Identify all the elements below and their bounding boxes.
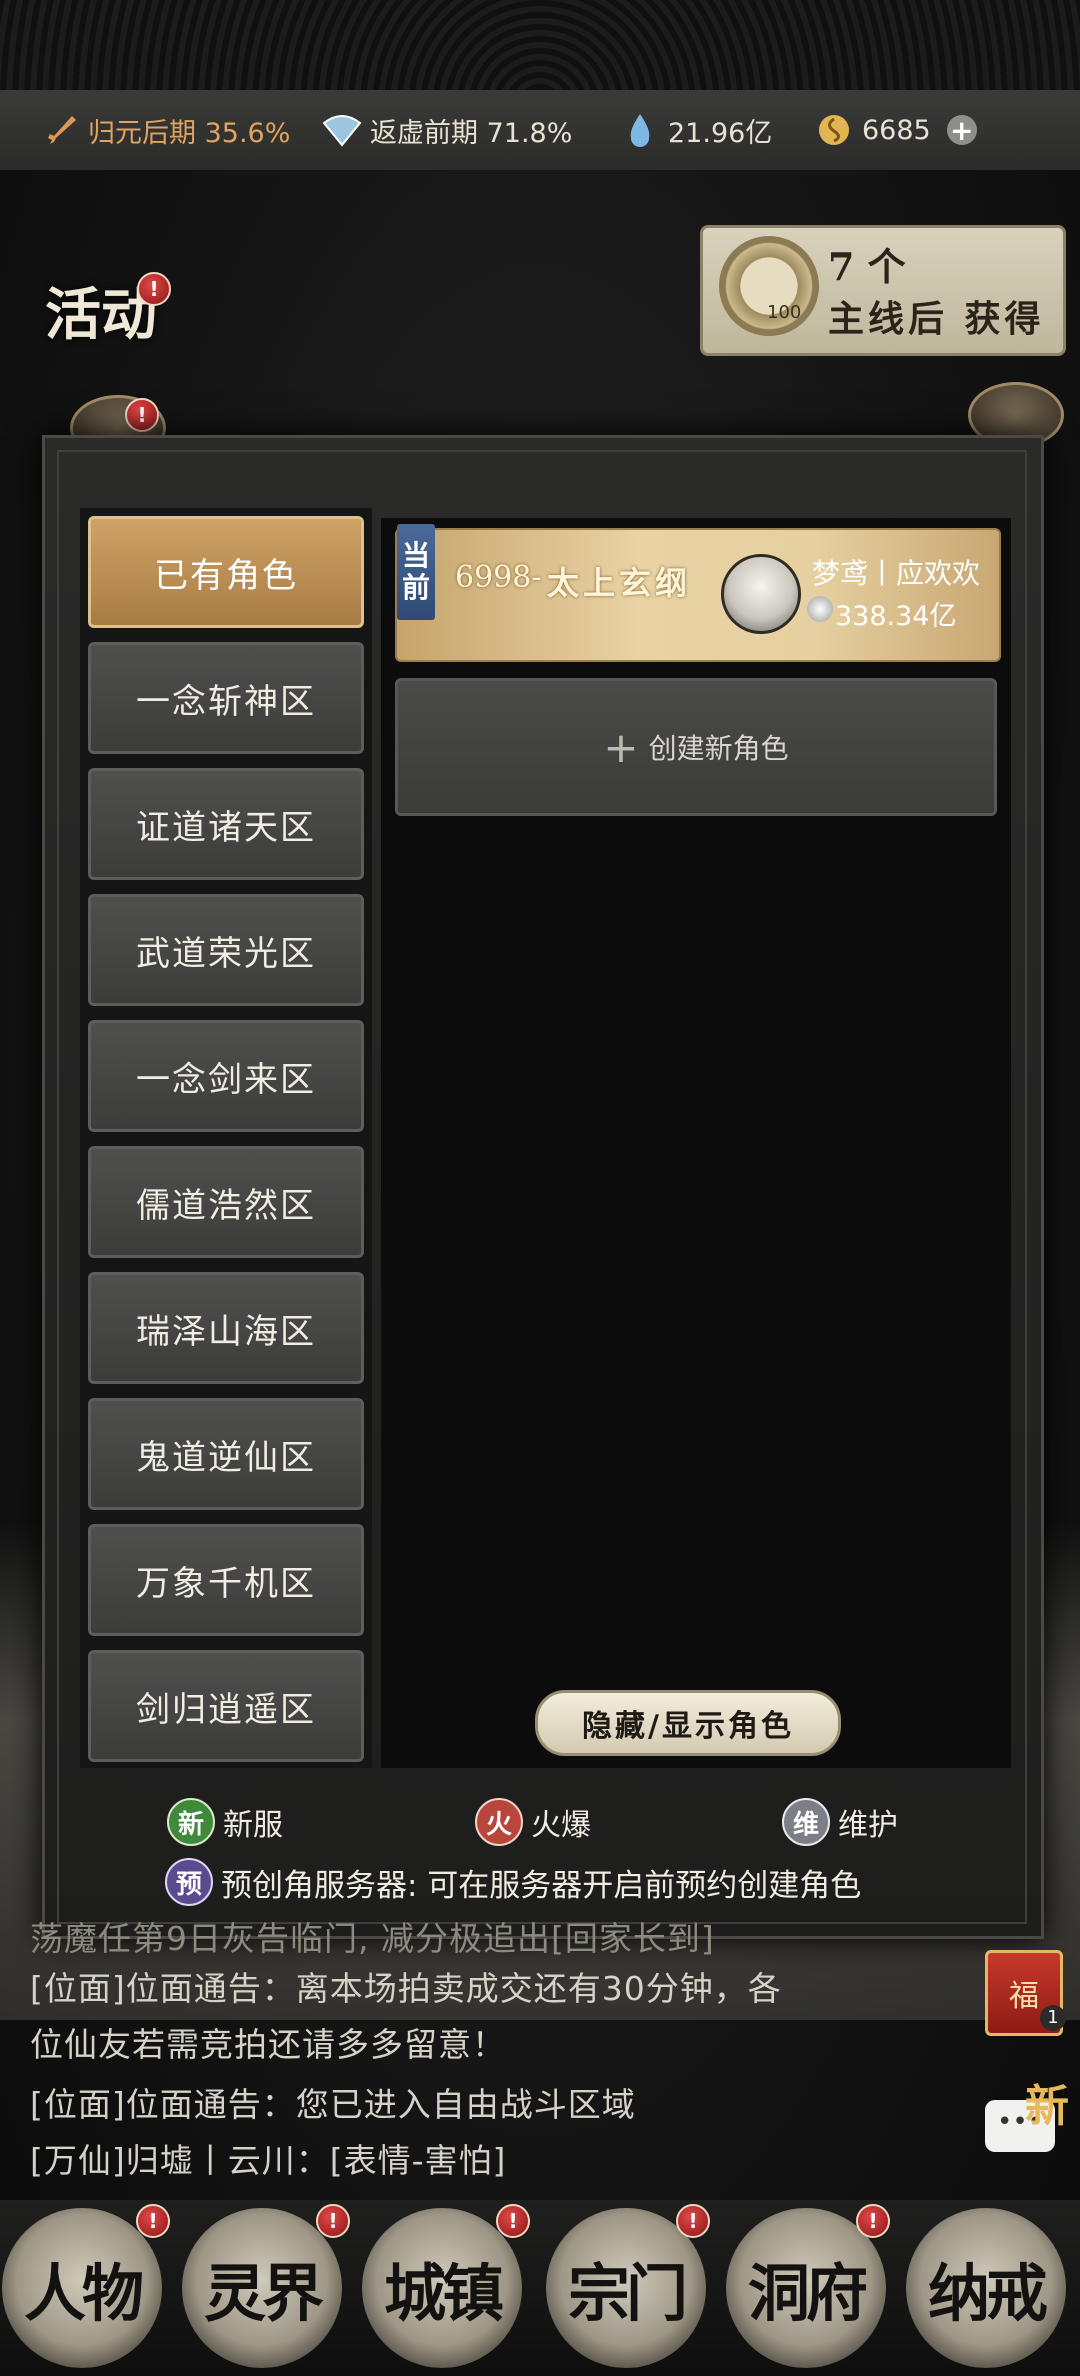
chat-line: 荡魔任第9日灰告临门, 减分极追出[回家长到] <box>30 1919 715 1958</box>
notification-dot: ! <box>125 398 159 432</box>
tab-existing-characters[interactable]: 已有角色 <box>88 516 364 628</box>
legend-hot: 火 火爆 <box>475 1798 591 1846</box>
tab-server-region[interactable]: 瑞泽山海区 <box>88 1272 364 1384</box>
maintenance-badge-icon: 维 <box>782 1798 830 1846</box>
server-tab-list: 已有角色 一念斩神区 证道诸天区 武道荣光区 一念剑来区 儒道浩然区 瑞泽山海区… <box>80 508 372 1768</box>
current-tag-char: 当 <box>401 539 430 572</box>
spirit-drop-icon <box>620 110 660 150</box>
notification-dot: ! <box>856 2204 890 2238</box>
nav-storage-ring[interactable]: 纳戒 <box>906 2208 1066 2368</box>
pre-create-text: 预创角服务器: 可在服务器开启前预约创建角色 <box>221 1867 862 1904</box>
legend-label: 新服 <box>223 1808 283 1843</box>
spirit-value: 21.96亿 <box>668 117 773 149</box>
top-decoration <box>0 0 1080 90</box>
tab-server-region[interactable]: 儒道浩然区 <box>88 1146 364 1258</box>
current-tag: 当 前 <box>397 524 435 620</box>
create-character-button[interactable]: + 创建新角色 <box>395 678 997 816</box>
new-label: 新 <box>1025 2081 1069 2132</box>
reward-badge: 100 <box>767 302 802 323</box>
tab-server-region[interactable]: 一念剑来区 <box>88 1020 364 1132</box>
fortune-count: 1 <box>1040 2005 1066 2031</box>
notification-dot: ! <box>137 272 171 306</box>
tab-server-region[interactable]: 武道荣光区 <box>88 894 364 1006</box>
new-badge-icon: 新 <box>167 1798 215 1846</box>
server-name: 太上玄纲 <box>547 564 692 602</box>
reward-text: 主线后 获得 <box>828 298 1045 340</box>
legend-label: 火爆 <box>531 1808 591 1843</box>
tab-server-region[interactable]: 一念斩神区 <box>88 642 364 754</box>
fan-icon <box>322 110 362 150</box>
tab-server-region[interactable]: 万象千机区 <box>88 1524 364 1636</box>
pre-create-badge-icon: 预 <box>165 1858 213 1906</box>
coin-icon <box>814 110 854 150</box>
nav-town[interactable]: 城镇 <box>362 2208 522 2368</box>
chat-line: [位面]位面通告：您已进入自由战斗区域 <box>30 2085 636 2124</box>
current-tag-char: 前 <box>401 571 430 604</box>
bottom-nav: 人物 灵界 城镇 宗门 洞府 纳戒 ! ! ! ! ! <box>0 2200 1080 2376</box>
server-select-dialog: 已有角色 一念斩神区 证道诸天区 武道荣光区 一念剑来区 儒道浩然区 瑞泽山海区… <box>42 435 1044 1939</box>
chat-line: 位仙友若需竞拍还请多多留意！ <box>30 2025 506 2064</box>
reward-item-icon: 100 <box>719 236 819 336</box>
legend-label: 维护 <box>838 1808 898 1843</box>
sword-icon <box>40 110 80 150</box>
mainline-reward-banner[interactable]: 100 7 个 主线后 获得 <box>700 225 1066 356</box>
hot-badge-icon: 火 <box>475 1798 523 1846</box>
avatar <box>721 554 801 634</box>
tab-server-region[interactable]: 证道诸天区 <box>88 768 364 880</box>
reward-count: 7 个 <box>828 244 906 289</box>
create-character-label: 创建新角色 <box>648 732 789 765</box>
pre-create-note: 预 预创角服务器: 可在服务器开启前预约创建角色 <box>165 1858 861 1906</box>
tab-server-region[interactable]: 鬼道逆仙区 <box>88 1398 364 1510</box>
coin-value: 6685 <box>862 114 931 146</box>
server-id: 6998- <box>455 560 542 595</box>
yin-yang-icon <box>807 596 833 622</box>
plus-icon[interactable]: + <box>946 114 977 147</box>
plus-icon: + <box>603 722 639 772</box>
nav-character[interactable]: 人物 <box>2 2208 162 2368</box>
spirit-stat[interactable]: 21.96亿 <box>620 90 772 170</box>
notification-dot: ! <box>136 2204 170 2238</box>
legend-maintenance: 维 维护 <box>782 1798 898 1846</box>
character-power: 338.34亿 <box>835 601 957 632</box>
character-name: 梦鸢丨应欢欢 <box>812 557 981 590</box>
realm-stat[interactable]: 返虚前期 71.8% <box>322 90 572 170</box>
toggle-characters-button[interactable]: 隐藏/显示角色 <box>535 1690 841 1756</box>
notification-dot: ! <box>496 2204 530 2238</box>
realm-value: 返虚前期 71.8% <box>370 117 573 149</box>
chat-line: [万仙]归墟丨云川：[表情-害怕] <box>30 2141 507 2180</box>
notification-dot: ! <box>316 2204 350 2238</box>
status-bar: 归元后期 35.6% 返虚前期 71.8% 21.96亿 6685 + <box>0 90 1080 172</box>
legend-new: 新 新服 <box>167 1798 283 1846</box>
nav-spirit-realm[interactable]: 灵界 <box>182 2208 342 2368</box>
coin-stat[interactable]: 6685 + <box>814 90 977 170</box>
tab-server-region[interactable]: 剑归逍遥区 <box>88 1650 364 1762</box>
cultivation-stat[interactable]: 归元后期 35.6% <box>40 90 290 170</box>
notification-dot: ! <box>676 2204 710 2238</box>
chat-line: [位面]位面通告：离本场拍卖成交还有30分钟，各 <box>30 1969 782 2008</box>
character-card[interactable]: 当 前 6998- 太上玄纲 梦鸢丨应欢欢 338.34亿 <box>395 524 1001 662</box>
create-character-row: + 创建新角色 <box>398 681 994 813</box>
cultivation-value: 归元后期 35.6% <box>88 117 291 149</box>
